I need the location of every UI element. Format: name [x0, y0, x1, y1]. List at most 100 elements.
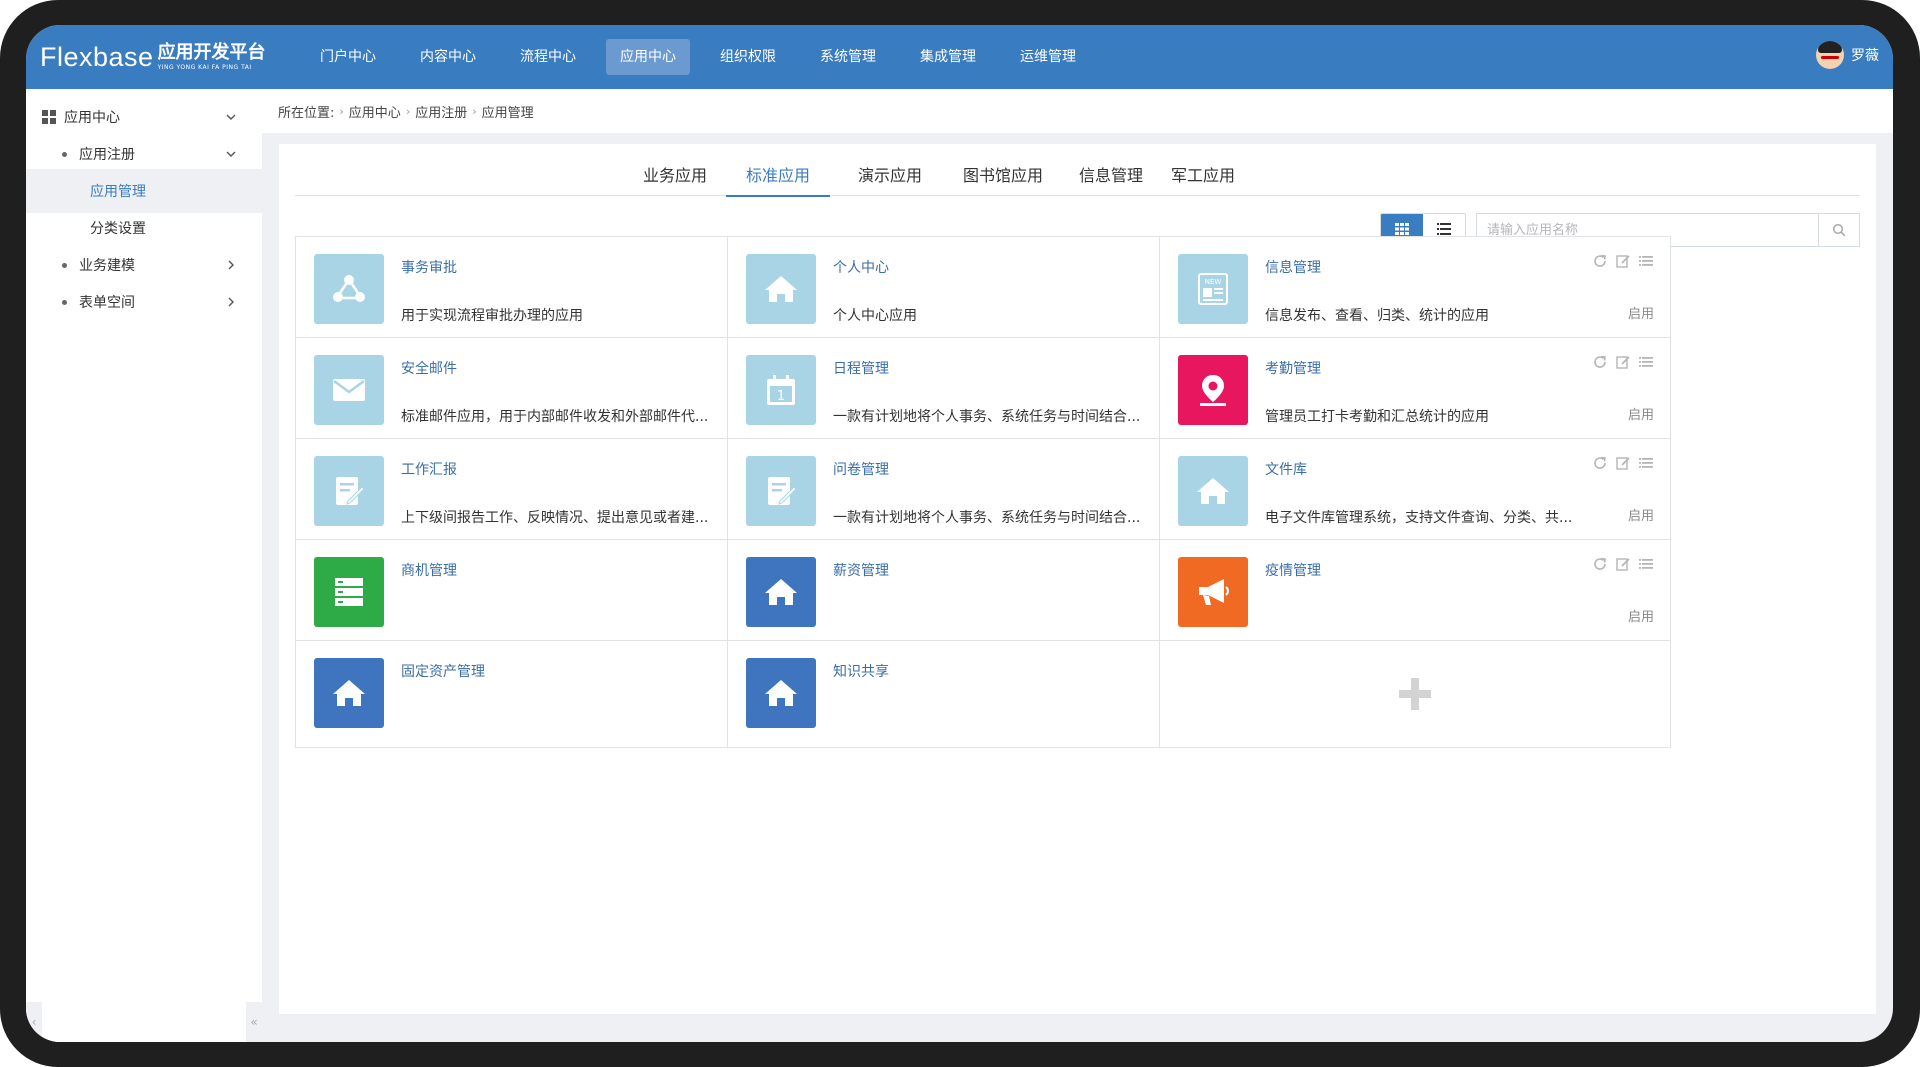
- app-title[interactable]: 安全邮件: [401, 358, 457, 378]
- app-title[interactable]: 文件库: [1265, 459, 1307, 479]
- sidebar-item-label: 应用注册: [79, 147, 135, 163]
- sidebar-item-label: 分类设置: [90, 221, 146, 237]
- add-app-card[interactable]: [1159, 640, 1671, 748]
- status-label: 启用: [1627, 509, 1654, 524]
- envelope-icon[interactable]: [314, 355, 384, 425]
- sidebar-item-label: 表单空间: [79, 295, 135, 311]
- card-actions: [1585, 556, 1654, 572]
- nav-item[interactable]: 系统管理: [806, 39, 890, 75]
- home-icon[interactable]: [314, 658, 384, 728]
- app-description: 标准邮件应用，用于内部邮件收发和外部邮件代...: [401, 409, 709, 425]
- card-actions: [1585, 253, 1654, 269]
- app-title[interactable]: 日程管理: [833, 358, 889, 378]
- megaphone-icon[interactable]: [1178, 557, 1248, 627]
- sidebar-collapse-button[interactable]: «: [246, 1002, 262, 1042]
- sidebar-root-label: 应用中心: [64, 110, 120, 126]
- app-card: 考勤管理 管理员工打卡考勤和汇总统计的应用 启用: [1159, 337, 1671, 445]
- app-description: 一款有计划地将个人事务、系统任务与时间结合...: [833, 510, 1141, 526]
- home-icon[interactable]: [746, 658, 816, 728]
- card-actions: [1585, 354, 1654, 370]
- app-title[interactable]: 考勤管理: [1265, 358, 1321, 378]
- menu-icon[interactable]: [1638, 354, 1654, 370]
- edit-icon[interactable]: [1615, 556, 1631, 572]
- logo-pinyin: YING YONG KAI FA PING TAI: [157, 63, 252, 71]
- plus-icon: [1399, 678, 1431, 710]
- user-menu[interactable]: 罗薇: [1816, 41, 1879, 69]
- nav-item[interactable]: 应用中心: [606, 39, 690, 75]
- breadcrumb-prefix: 所在位置:: [278, 105, 335, 121]
- app-title[interactable]: 固定资产管理: [401, 661, 485, 681]
- nav-item[interactable]: 运维管理: [1006, 39, 1090, 75]
- menu-icon[interactable]: [1638, 556, 1654, 572]
- edit-icon[interactable]: [1615, 354, 1631, 370]
- refresh-icon[interactable]: [1592, 455, 1608, 471]
- refresh-icon[interactable]: [1592, 253, 1608, 269]
- app-description: 一款有计划地将个人事务、系统任务与时间结合...: [833, 409, 1141, 425]
- tab-3[interactable]: 图书馆应用: [941, 159, 1065, 195]
- bullet-icon: [62, 262, 67, 268]
- tab-1[interactable]: 标准应用: [726, 159, 830, 197]
- map-marker-user-icon[interactable]: [1178, 355, 1248, 425]
- category-tabs: 业务应用 标准应用 演示应用 图书馆应用 信息管理 军工应用: [295, 159, 1860, 197]
- edit-document-icon[interactable]: [746, 456, 816, 526]
- edit-icon[interactable]: [1615, 455, 1631, 471]
- server-list-icon[interactable]: [314, 557, 384, 627]
- app-title[interactable]: 工作汇报: [401, 459, 457, 479]
- chevron-down-icon: [226, 151, 236, 157]
- app-description: 用于实现流程审批办理的应用: [401, 308, 583, 324]
- home-icon[interactable]: [746, 557, 816, 627]
- search-icon: [1832, 223, 1846, 237]
- sidebar-item-label: 业务建模: [79, 258, 135, 274]
- search-button[interactable]: [1818, 214, 1859, 246]
- menu-icon[interactable]: [1638, 253, 1654, 269]
- status-label: 启用: [1627, 307, 1654, 322]
- logo-text: Flexbase: [40, 41, 154, 72]
- app-title[interactable]: 疫情管理: [1265, 560, 1321, 580]
- calendar-icon[interactable]: 1: [746, 355, 816, 425]
- tab-4[interactable]: 信息管理: [1059, 159, 1163, 195]
- app-card: 疫情管理启用: [1159, 539, 1671, 647]
- nav-item[interactable]: 门户中心: [306, 39, 390, 75]
- chevron-down-icon: [226, 114, 236, 120]
- refresh-icon[interactable]: [1592, 556, 1608, 572]
- app-title[interactable]: 薪资管理: [833, 560, 889, 580]
- share-nodes-icon[interactable]: [314, 254, 384, 324]
- breadcrumb-item[interactable]: 应用注册: [415, 102, 467, 121]
- user-name: 罗薇: [1851, 48, 1879, 64]
- svg-text:NEW: NEW: [1205, 278, 1222, 286]
- status-label: 启用: [1627, 610, 1654, 625]
- home-icon[interactable]: [746, 254, 816, 324]
- logo-title: 应用开发平台: [157, 41, 266, 63]
- avatar: [1816, 41, 1844, 69]
- app-title[interactable]: 个人中心: [833, 257, 889, 277]
- card-actions: [1585, 455, 1654, 471]
- main-nav: 门户中心 内容中心 流程中心 应用中心 组织权限 系统管理 集成管理 运维管理: [306, 39, 1106, 75]
- logo[interactable]: Flexbase 应用开发平台 YING YONG KAI FA PING TA…: [40, 39, 266, 75]
- menu-icon[interactable]: [1638, 455, 1654, 471]
- news-icon[interactable]: NEW: [1178, 254, 1248, 324]
- nav-item[interactable]: 内容中心: [406, 39, 490, 75]
- app-title[interactable]: 信息管理: [1265, 257, 1321, 277]
- home-icon[interactable]: [1178, 456, 1248, 526]
- edit-icon[interactable]: [1615, 253, 1631, 269]
- app-title[interactable]: 商机管理: [401, 560, 457, 580]
- refresh-icon[interactable]: [1592, 354, 1608, 370]
- app-title[interactable]: 事务审批: [401, 257, 457, 277]
- grid-icon: [42, 110, 56, 124]
- top-navbar: Flexbase 应用开发平台 YING YONG KAI FA PING TA…: [26, 25, 1893, 89]
- sidebar-item-form-space[interactable]: 表单空间: [26, 280, 262, 324]
- nav-item[interactable]: 流程中心: [506, 39, 590, 75]
- app-title[interactable]: 知识共享: [833, 661, 889, 681]
- tab-5[interactable]: 军工应用: [1160, 159, 1246, 195]
- edit-document-icon[interactable]: [314, 456, 384, 526]
- nav-item[interactable]: 集成管理: [906, 39, 990, 75]
- tab-0[interactable]: 业务应用: [641, 159, 709, 195]
- sidebar-item-label: 应用管理: [90, 184, 146, 200]
- sidebar-scroll-left[interactable]: ‹: [26, 1002, 42, 1042]
- app-title[interactable]: 问卷管理: [833, 459, 889, 479]
- breadcrumb-item[interactable]: 应用管理: [482, 102, 534, 121]
- breadcrumb-item[interactable]: 应用中心: [349, 102, 401, 121]
- nav-item[interactable]: 组织权限: [706, 39, 790, 75]
- bullet-icon: [62, 299, 67, 305]
- tab-2[interactable]: 演示应用: [839, 159, 941, 195]
